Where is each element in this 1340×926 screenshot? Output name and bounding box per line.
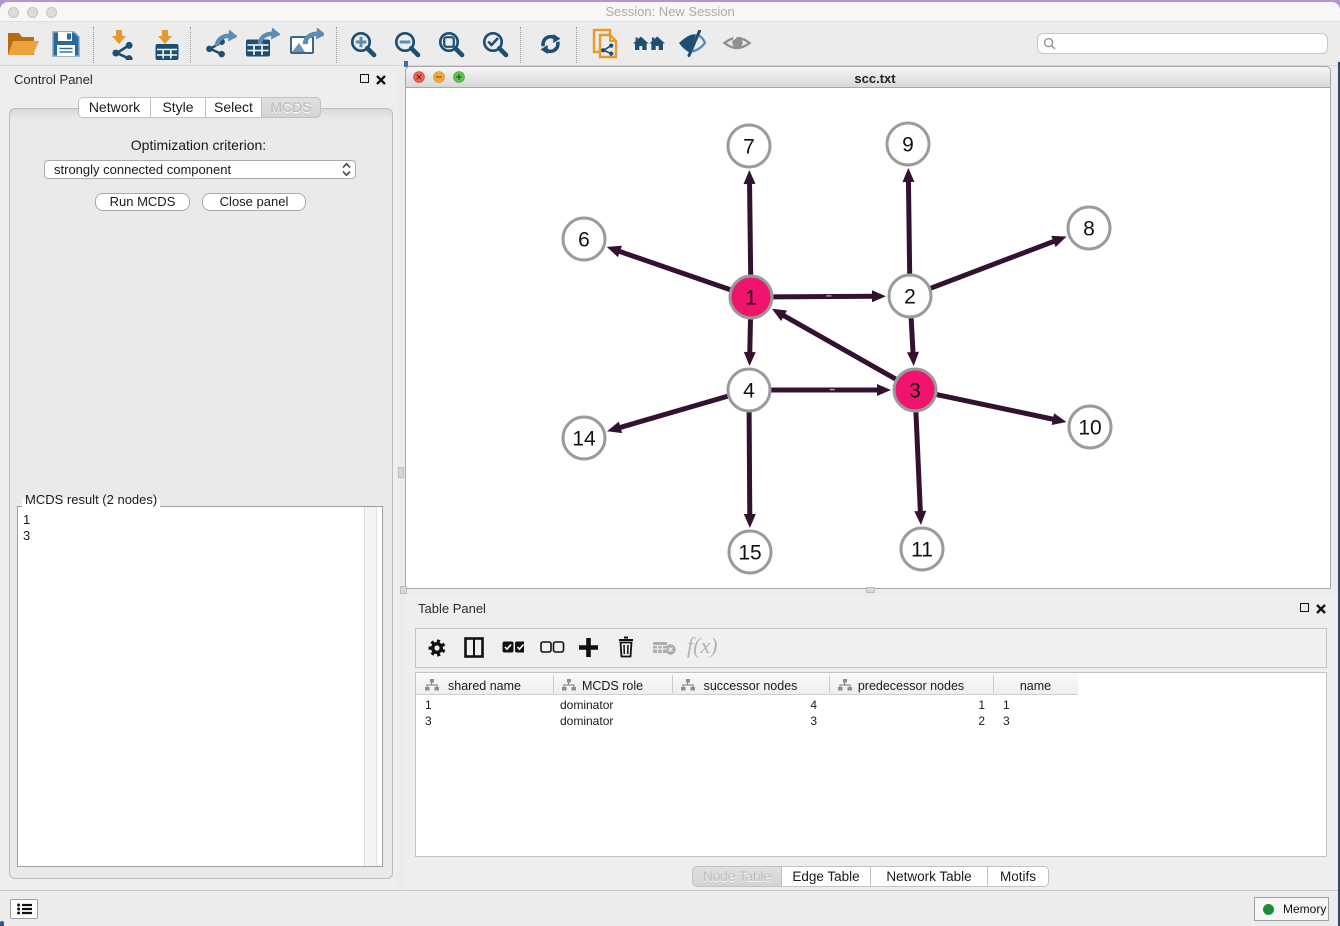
- svg-text:8: 8: [1083, 218, 1095, 241]
- svg-text:9: 9: [902, 134, 914, 157]
- svg-text:11: 11: [911, 539, 933, 562]
- svg-text:6: 6: [578, 229, 590, 252]
- svg-text:2: 2: [904, 286, 916, 309]
- svg-text:1: 1: [745, 287, 757, 310]
- svg-text:14: 14: [572, 428, 596, 451]
- svg-text:3: 3: [909, 380, 921, 403]
- svg-text:15: 15: [738, 542, 761, 565]
- svg-text:4: 4: [743, 380, 755, 403]
- svg-text:7: 7: [743, 136, 755, 159]
- svg-text:10: 10: [1078, 417, 1101, 440]
